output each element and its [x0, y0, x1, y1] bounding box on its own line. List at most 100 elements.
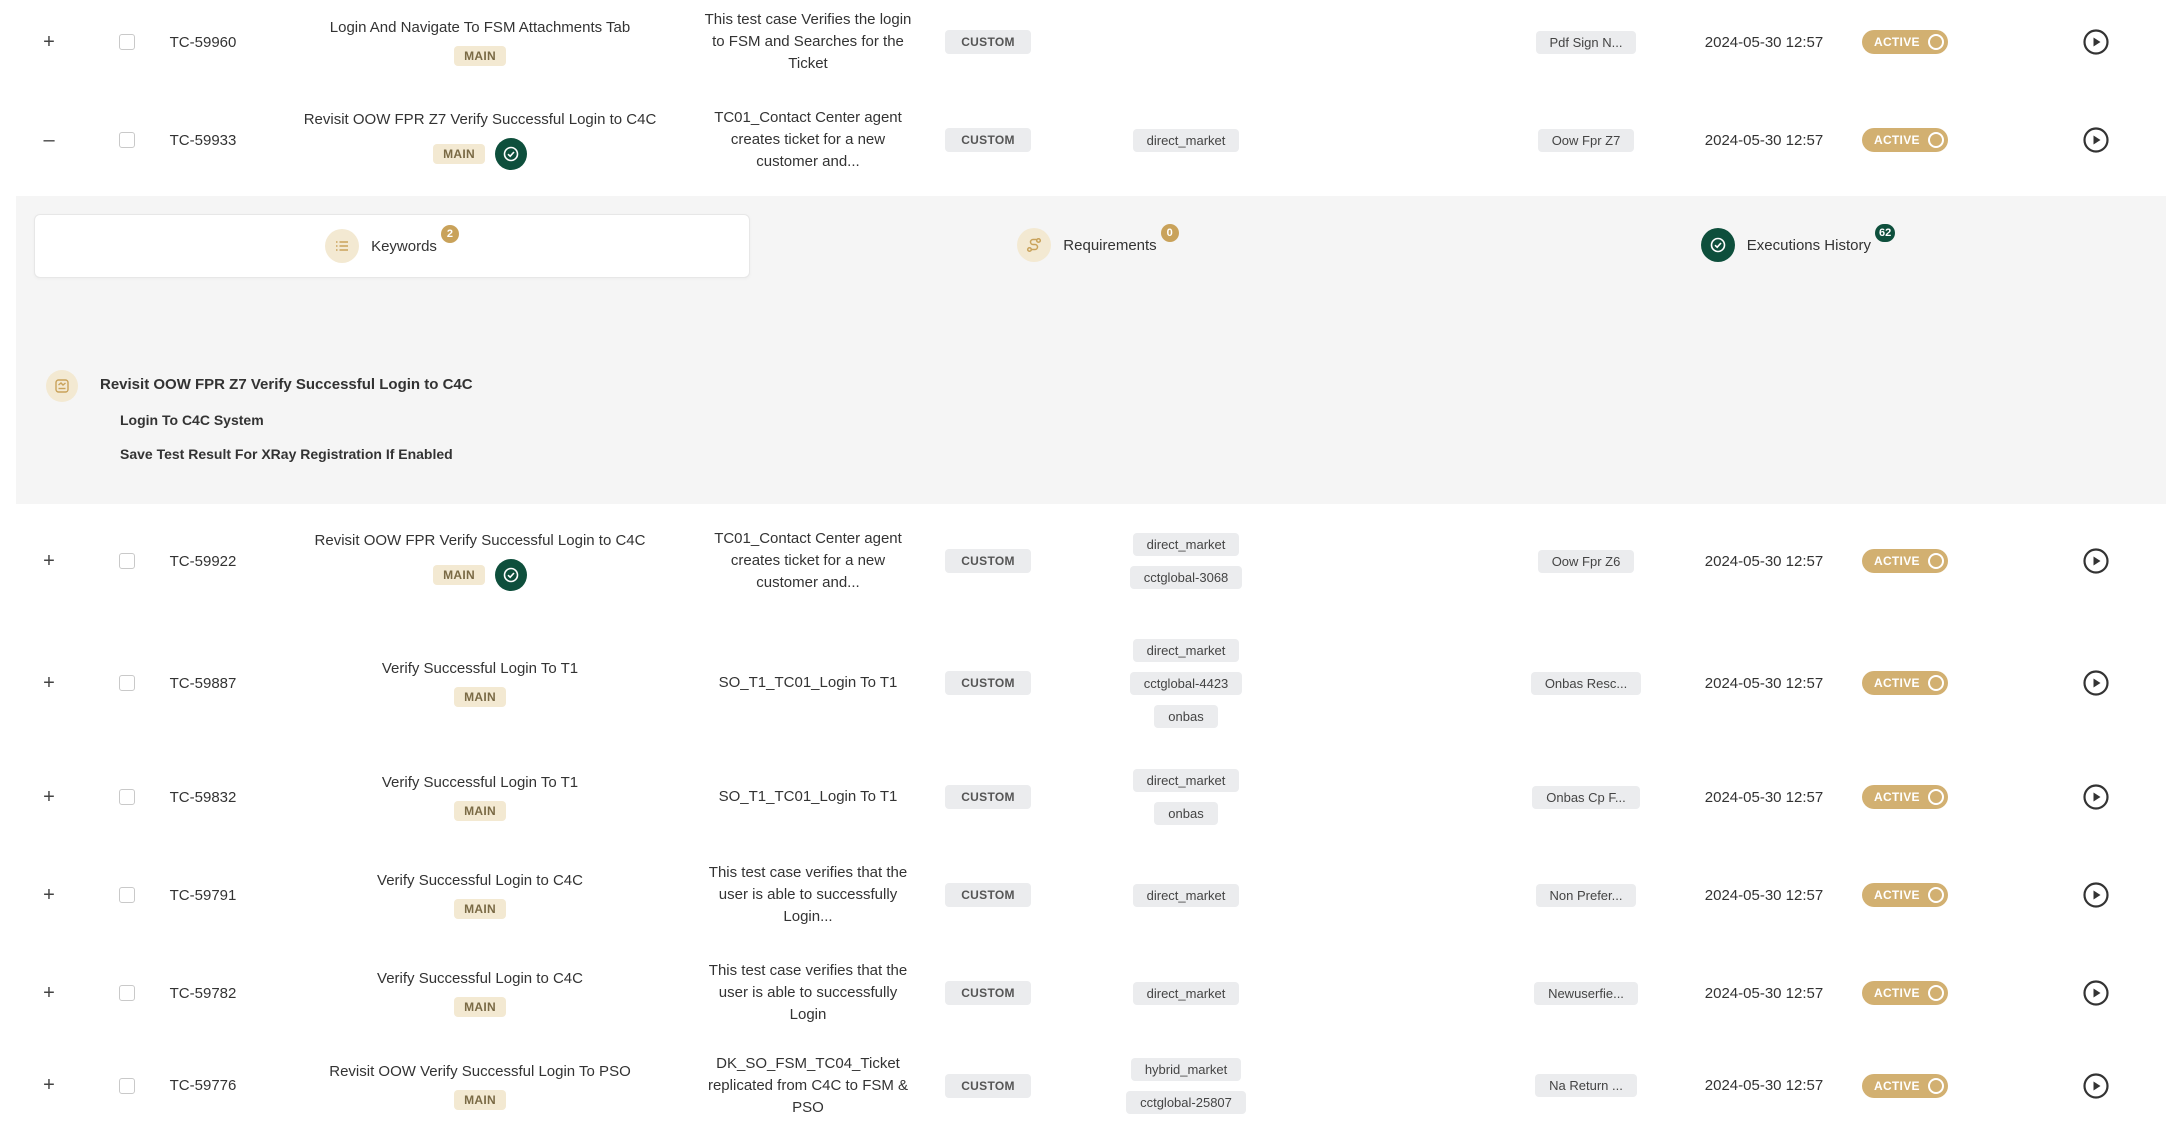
- status-cell: ACTIVE: [1840, 846, 1970, 944]
- row-checkbox[interactable]: [119, 1077, 135, 1094]
- expand-toggle[interactable]: +: [16, 618, 82, 748]
- tab-label: Keywords: [371, 237, 437, 255]
- test-description: DK_SO_FSM_TC04_Ticket replicated from C4…: [707, 1054, 909, 1116]
- expand-toggle[interactable]: +: [16, 748, 82, 846]
- status-toggle[interactable]: ACTIVE: [1862, 785, 1948, 809]
- status-label: ACTIVE: [1874, 888, 1920, 902]
- folder-chip: Onbas Cp F...: [1532, 785, 1640, 809]
- run-button[interactable]: [2066, 846, 2126, 944]
- expand-toggle[interactable]: +: [16, 504, 82, 618]
- status-cell: ACTIVE: [1840, 618, 1970, 748]
- expand-toggle[interactable]: +: [16, 0, 82, 84]
- status-toggle[interactable]: ACTIVE: [1862, 549, 1948, 573]
- list-icon: [325, 229, 360, 263]
- status-toggle[interactable]: ACTIVE: [1862, 128, 1948, 152]
- test-name: Login And Navigate To FSM Attachments Ta…: [329, 19, 631, 36]
- folder-cell: Oow Fpr Z6: [1516, 504, 1656, 618]
- type-cell: CUSTOM: [928, 944, 1048, 1042]
- tab-count-badge: 2: [440, 225, 459, 243]
- test-id: TC-59933: [169, 131, 237, 149]
- toggle-knob: [1928, 789, 1944, 805]
- folder-cell: Onbas Resc...: [1516, 618, 1656, 748]
- status-toggle[interactable]: ACTIVE: [1862, 1073, 1948, 1098]
- table-row[interactable]: – TC-59933 Revisit OOW FPR Z7 Verify Suc…: [16, 84, 2166, 197]
- folder-cell: Non Prefer...: [1516, 846, 1656, 944]
- test-id: TC-59782: [169, 984, 237, 1002]
- table-row[interactable]: + TC-59922 Revisit OOW FPR Verify Succes…: [16, 504, 2166, 619]
- status-toggle[interactable]: ACTIVE: [1862, 671, 1948, 695]
- tags-cell: [1086, 0, 1286, 84]
- tag-chip: onbas: [1154, 704, 1218, 728]
- type-badge: CUSTOM: [945, 30, 1031, 54]
- tag-chip: direct_market: [1132, 769, 1240, 792]
- tab-keywords[interactable]: Keywords 2: [34, 214, 750, 278]
- status-cell: ACTIVE: [1840, 504, 1970, 618]
- run-button[interactable]: [2066, 84, 2126, 196]
- tag-chip: direct_market: [1132, 638, 1240, 662]
- run-button[interactable]: [2066, 618, 2126, 748]
- row-checkbox[interactable]: [119, 132, 135, 148]
- row-checkbox[interactable]: [119, 887, 135, 903]
- test-name-cell: Revisit OOW FPR Verify Successful Login …: [270, 504, 690, 618]
- type-cell: CUSTOM: [928, 846, 1048, 944]
- row-checkbox[interactable]: [119, 675, 135, 691]
- folder-chip: Oow Fpr Z7: [1537, 128, 1635, 152]
- row-checkbox[interactable]: [119, 985, 135, 1001]
- folder-cell: Oow Fpr Z7: [1516, 84, 1656, 196]
- route-icon: [1017, 228, 1052, 262]
- run-button[interactable]: [2066, 1042, 2126, 1129]
- status-label: ACTIVE: [1874, 676, 1920, 690]
- play-circle-icon: [2083, 127, 2109, 153]
- status-cell: ACTIVE: [1840, 0, 1970, 84]
- play-circle-icon: [2083, 882, 2109, 908]
- tab-label: Requirements: [1063, 236, 1157, 254]
- folder-chip: Oow Fpr Z6: [1537, 549, 1635, 573]
- expand-toggle[interactable]: +: [16, 1042, 82, 1129]
- expand-toggle[interactable]: +: [16, 944, 82, 1042]
- toggle-knob: [1928, 34, 1944, 50]
- keyword-step: Login To C4C System: [120, 412, 264, 428]
- tab-requirements[interactable]: Requirements 0: [748, 214, 1448, 276]
- test-description: TC01_Contact Center agent creates ticket…: [714, 530, 902, 591]
- updated-date: 2024-05-30 12:57: [1704, 984, 1824, 1002]
- status-toggle[interactable]: ACTIVE: [1862, 30, 1948, 54]
- table-row[interactable]: + TC-59960 Login And Navigate To FSM Att…: [16, 0, 2166, 85]
- type-badge: CUSTOM: [945, 883, 1031, 907]
- tab-executions-history[interactable]: Executions History 62: [1448, 214, 2148, 276]
- verified-check-icon: [494, 559, 527, 591]
- tag-chip: cctglobal-3068: [1129, 566, 1243, 589]
- status-cell: ACTIVE: [1840, 944, 1970, 1042]
- run-button[interactable]: [2066, 748, 2126, 846]
- type-cell: CUSTOM: [928, 1042, 1048, 1129]
- status-toggle[interactable]: ACTIVE: [1862, 883, 1948, 907]
- keyword-group-icon: [46, 370, 78, 402]
- type-badge: CUSTOM: [945, 785, 1031, 809]
- run-button[interactable]: [2066, 0, 2126, 84]
- collapse-toggle[interactable]: –: [16, 84, 82, 196]
- row-checkbox[interactable]: [119, 553, 135, 569]
- run-button[interactable]: [2066, 504, 2126, 618]
- toggle-knob: [1928, 1077, 1944, 1094]
- status-label: ACTIVE: [1874, 986, 1920, 1000]
- table-row[interactable]: + TC-59832 Verify Successful Login To T1…: [16, 748, 2166, 847]
- status-toggle[interactable]: ACTIVE: [1862, 981, 1948, 1005]
- test-id: TC-59832: [169, 788, 237, 806]
- tag-chip: hybrid_market: [1130, 1057, 1242, 1081]
- table-row[interactable]: + TC-59887 Verify Successful Login To T1…: [16, 618, 2166, 749]
- test-name-cell: Verify Successful Login To T1 MAIN: [270, 618, 690, 748]
- table-row[interactable]: + TC-59776 Revisit OOW Verify Successful…: [16, 1042, 2166, 1129]
- table-row[interactable]: + TC-59782 Verify Successful Login to C4…: [16, 944, 2166, 1043]
- play-circle-icon: [2083, 784, 2109, 810]
- toggle-knob: [1928, 887, 1944, 903]
- toggle-knob: [1928, 553, 1944, 569]
- row-checkbox[interactable]: [119, 34, 135, 50]
- keyword-title: Revisit OOW FPR Z7 Verify Successful Log…: [100, 376, 473, 393]
- keyword-step: Save Test Result For XRay Registration I…: [120, 446, 453, 462]
- run-button[interactable]: [2066, 944, 2126, 1042]
- updated-date: 2024-05-30 12:57: [1704, 33, 1824, 51]
- test-name: Revisit OOW Verify Successful Login To P…: [329, 1062, 631, 1080]
- status-label: ACTIVE: [1874, 554, 1920, 568]
- row-checkbox[interactable]: [119, 789, 135, 805]
- table-row[interactable]: + TC-59791 Verify Successful Login to C4…: [16, 846, 2166, 945]
- expand-toggle[interactable]: +: [16, 846, 82, 944]
